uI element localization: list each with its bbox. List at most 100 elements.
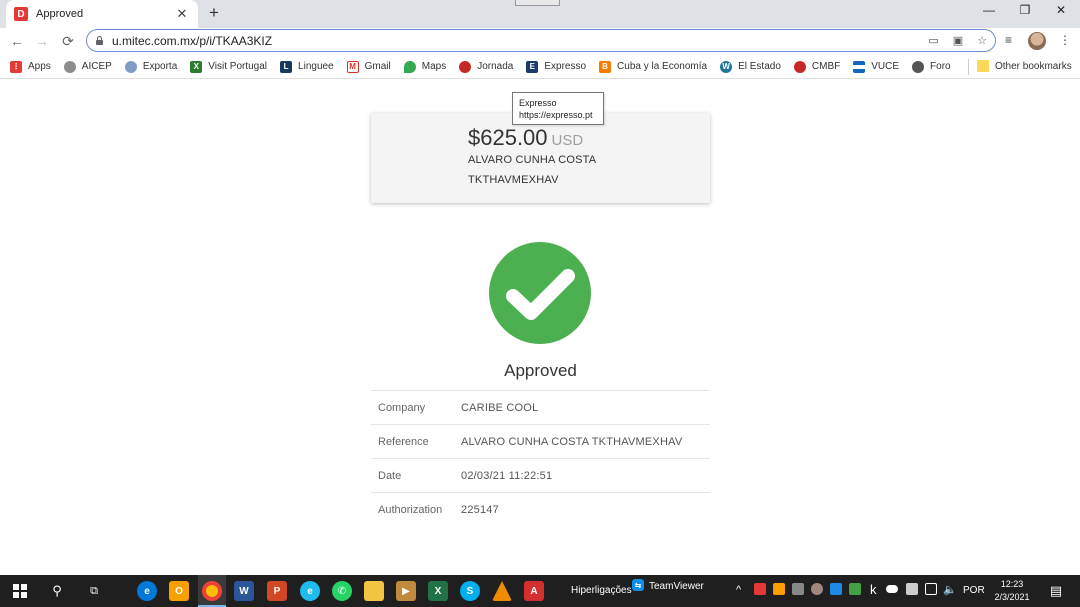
file-explorer-icon[interactable] <box>364 581 384 601</box>
minimize-button[interactable]: — <box>978 3 1000 21</box>
tray-k-icon[interactable]: k <box>870 582 877 597</box>
bookmark-el-estado[interactable]: W El Estado <box>720 60 781 73</box>
bookmark-foro[interactable]: Foro <box>912 60 951 73</box>
new-tab-button[interactable]: + <box>205 4 223 22</box>
back-arrow-icon[interactable]: ← <box>8 32 26 50</box>
tab-close-icon[interactable]: ✕ <box>174 6 190 22</box>
url-text[interactable]: u.mitec.com.mx/p/i/TKAA3KIZ <box>112 34 914 48</box>
folder-icon <box>977 60 989 72</box>
bookmark-maps[interactable]: Maps <box>403 60 446 73</box>
windows-start-icon[interactable] <box>10 581 30 601</box>
payer-name: ALVARO CUNHA COSTA <box>468 154 597 166</box>
payment-summary-card: $625.00 USD ALVARO CUNHA COSTA TKTHAVMEXH… <box>371 113 710 203</box>
language-indicator[interactable]: POR <box>963 585 985 596</box>
tray-app-icon-1[interactable] <box>754 583 766 595</box>
amount-value: $625.00 <box>468 125 548 150</box>
forward-arrow-icon[interactable]: → <box>33 32 51 50</box>
excel-icon[interactable]: X <box>428 581 448 601</box>
detail-value: 02/03/21 11:22:51 <box>461 469 553 482</box>
jornada-icon <box>459 60 472 73</box>
expresso-icon: E <box>526 60 539 73</box>
bookmark-star-icon[interactable]: ☆ <box>977 34 987 47</box>
network-icon[interactable] <box>925 583 937 595</box>
qr-code-icon[interactable]: ▣ <box>953 34 963 47</box>
bookmark-tooltip: Expresso https://expresso.pt <box>512 92 604 125</box>
close-window-button[interactable]: ✕ <box>1050 3 1072 21</box>
transaction-details: Company CARIBE COOL Reference ALVARO CUN… <box>371 390 710 526</box>
tray-app-icon-2[interactable] <box>773 583 785 595</box>
hiperligacoes-toolbar[interactable]: Hiperligações <box>571 585 632 596</box>
reading-list-icon[interactable]: ≡ <box>1005 33 1012 47</box>
tray-shield-icon[interactable] <box>849 583 861 595</box>
restore-button[interactable]: ❐ <box>1014 3 1036 21</box>
lock-icon[interactable] <box>95 36 104 45</box>
onedrive-cloud-icon[interactable] <box>886 585 898 593</box>
detail-value: ALVARO CUNHA COSTA TKTHAVMEXHAV <box>461 435 683 448</box>
teamviewer-icon[interactable]: ⇆ <box>632 579 644 591</box>
chrome-icon[interactable] <box>202 581 222 601</box>
apps-grid-icon: ⋮ <box>10 60 22 73</box>
tray-expand-icon[interactable]: ^ <box>736 584 741 596</box>
bookmark-linguee[interactable]: L Linguee <box>280 60 334 73</box>
bookmark-aicep[interactable]: AICEP <box>63 60 112 73</box>
cuba-flag-icon <box>853 60 866 73</box>
aicep-icon <box>63 60 76 73</box>
detail-label: Reference <box>378 435 429 448</box>
bookmark-visit-portugal[interactable]: X Visit Portugal <box>190 60 267 73</box>
skype-icon[interactable]: S <box>460 581 480 601</box>
browser-toolbar: ← → ⟳ u.mitec.com.mx/p/i/TKAA3KIZ ▭ ▣ ☆ … <box>0 28 1080 54</box>
battery-icon[interactable] <box>906 583 918 595</box>
tray-app-icon-3[interactable] <box>792 583 804 595</box>
tab-title: Approved <box>36 8 84 20</box>
address-bar[interactable]: u.mitec.com.mx/p/i/TKAA3KIZ ▭ ▣ ☆ <box>86 29 996 52</box>
notification-center-icon[interactable]: ▤ <box>1046 581 1066 601</box>
clock-date: 2/3/2021 <box>994 592 1030 602</box>
volume-icon[interactable]: 🔈 <box>943 583 957 596</box>
tab-strip: D Approved ✕ + — ❐ ✕ <box>0 0 1080 28</box>
outlook-icon[interactable]: O <box>169 581 189 601</box>
blogger-icon: B <box>599 60 612 73</box>
bookmarks-separator <box>968 59 969 75</box>
bookmark-expresso[interactable]: E Expresso <box>526 60 586 73</box>
teamviewer-label[interactable]: TeamViewer <box>649 581 704 592</box>
bookmark-jornada[interactable]: Jornada <box>459 60 513 73</box>
other-bookmarks[interactable]: Other bookmarks <box>977 60 1072 72</box>
bookmark-gmail[interactable]: M Gmail <box>346 60 391 73</box>
task-view-icon[interactable]: ⧉ <box>84 581 104 601</box>
detail-label: Authorization <box>378 503 443 516</box>
tray-app-icon-4[interactable] <box>811 583 823 595</box>
globe-dark-icon <box>912 60 925 73</box>
menu-kebab-icon[interactable]: ⋮ <box>1059 33 1071 47</box>
bookmark-cuba-economia[interactable]: B Cuba y la Economía <box>599 60 707 73</box>
media-player-icon[interactable]: ▶ <box>396 581 416 601</box>
cast-icon[interactable]: ▭ <box>928 34 938 47</box>
globe-icon <box>124 60 137 73</box>
mitec-favicon-icon: D <box>14 7 28 21</box>
detail-value: CARIBE COOL <box>461 401 539 414</box>
tray-app-icon-5[interactable] <box>830 583 842 595</box>
word-icon[interactable]: W <box>234 581 254 601</box>
visit-portugal-icon: X <box>190 60 203 73</box>
bookmark-exporta[interactable]: Exporta <box>124 60 177 73</box>
search-icon[interactable]: ⚲ <box>47 581 67 601</box>
internet-explorer-icon[interactable]: e <box>300 581 320 601</box>
windows-taskbar: ⚲ ⧉ e O W P e ✆ ▶ X S A Hiperligações ⇆ … <box>0 575 1080 607</box>
browser-tab-approved[interactable]: D Approved ✕ <box>6 0 198 28</box>
payment-code: TKTHAVMEXHAV <box>468 174 559 186</box>
vlc-icon[interactable] <box>492 581 512 601</box>
profile-avatar[interactable] <box>1028 32 1046 50</box>
bookmark-vuce[interactable]: VUCE <box>853 60 899 73</box>
bookmark-apps[interactable]: ⋮ Apps <box>10 60 51 73</box>
acrobat-icon[interactable]: A <box>524 581 544 601</box>
whatsapp-icon[interactable]: ✆ <box>332 581 352 601</box>
window-drag-handle[interactable] <box>515 0 560 6</box>
powerpoint-icon[interactable]: P <box>267 581 287 601</box>
tooltip-title: Expresso <box>519 98 557 108</box>
edge-icon[interactable]: e <box>137 581 157 601</box>
status-title: Approved <box>504 361 577 380</box>
taskbar-clock[interactable]: 12:23 2/3/2021 <box>990 578 1034 604</box>
bookmark-cmbf[interactable]: CMBF <box>793 60 840 73</box>
reload-icon[interactable]: ⟳ <box>59 32 77 50</box>
detail-label: Date <box>378 469 402 482</box>
bookmarks-bar: ⋮ Apps AICEP Exporta X Visit Portugal L Lin… <box>0 55 1080 79</box>
